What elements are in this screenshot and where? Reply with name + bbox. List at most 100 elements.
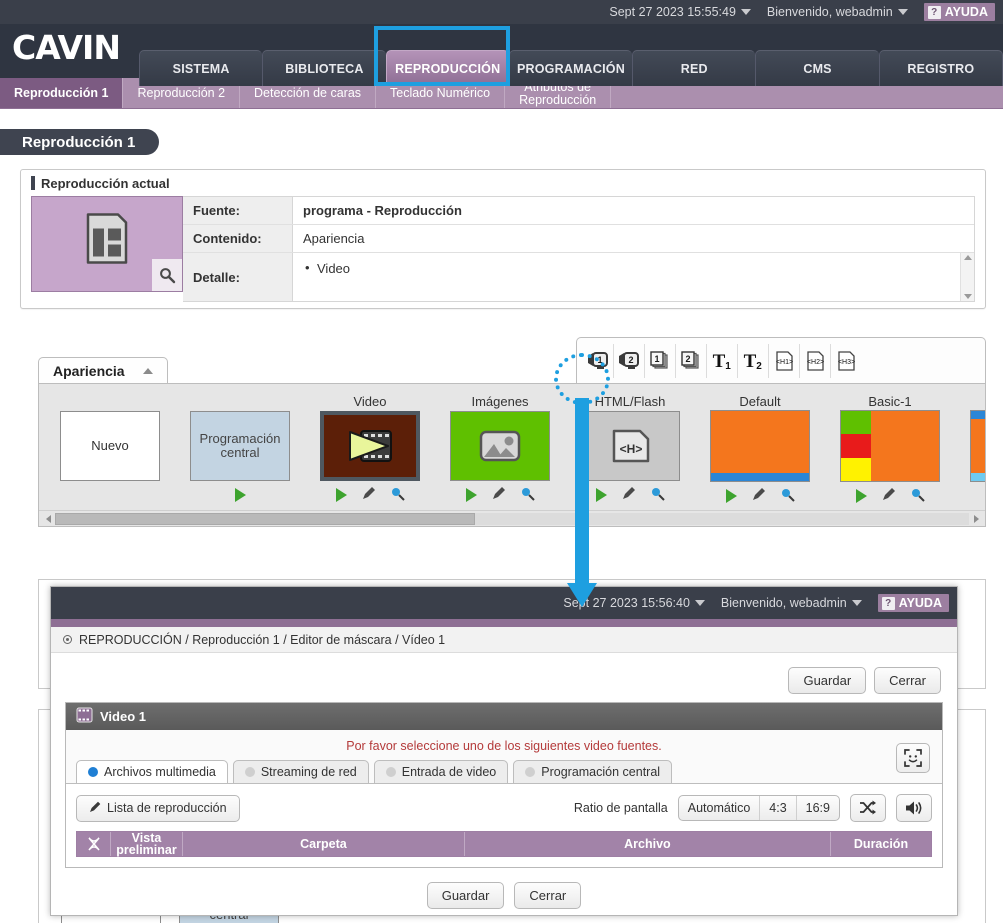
text-2-icon[interactable]: T 2 [738, 343, 769, 378]
radio-icon [88, 767, 98, 777]
svg-text:<H2>: <H2> [806, 359, 823, 366]
modal-save-button-bottom[interactable]: Guardar [426, 882, 505, 909]
appearance-tab[interactable]: Apariencia [38, 357, 168, 383]
text-1-icon[interactable]: T 1 [707, 343, 738, 378]
nav-tab-cms[interactable]: CMS [755, 50, 879, 86]
face-detection-icon[interactable] [896, 743, 930, 773]
nav-tab-registro[interactable]: REGISTRO [878, 50, 1003, 86]
image-2-icon[interactable]: 2 [676, 343, 707, 378]
edit-icon[interactable] [491, 486, 506, 504]
scroll-right-icon[interactable] [969, 512, 983, 526]
table-header-select-all[interactable] [77, 832, 111, 856]
nav-tab-red[interactable]: RED [632, 50, 756, 86]
zoom-icon[interactable] [520, 486, 535, 504]
item-thumbnail[interactable]: Nuevo [60, 410, 160, 481]
detail-scrollbar[interactable] [960, 253, 974, 301]
playlist-button[interactable]: Lista de reproducción [76, 794, 240, 822]
datetime-menu[interactable]: Sept 27 2023 15:55:49 [609, 5, 751, 19]
source-tab-programacion-central[interactable]: Programación central [513, 760, 673, 783]
appearance-item-programacion-central[interactable]: Programación central [181, 394, 299, 506]
source-tab-streaming-de-red[interactable]: Streaming de red [232, 760, 369, 783]
svg-text:1: 1 [725, 361, 731, 372]
modal-help-button[interactable]: ? AYUDA [877, 594, 949, 612]
volume-icon[interactable] [896, 794, 932, 822]
appearance-item-basic-2[interactable]: Basic-2 [961, 394, 985, 506]
scroll-left-icon[interactable] [41, 512, 55, 526]
scroll-up-icon[interactable] [963, 255, 972, 260]
edit-icon[interactable] [751, 487, 766, 505]
play-icon[interactable] [234, 488, 246, 503]
appearance-item-imagenes[interactable]: Imágenes [441, 394, 559, 506]
source-tab-label: Entrada de video [401, 765, 497, 779]
nav-tab-biblioteca[interactable]: BIBLIOTECA [262, 50, 386, 86]
play-icon[interactable] [595, 488, 607, 503]
chevron-down-icon [851, 600, 862, 606]
appearance-item-default[interactable]: Default [701, 394, 819, 506]
play-icon[interactable] [855, 488, 867, 503]
scroll-thumb[interactable] [55, 512, 476, 525]
zoom-icon[interactable] [390, 486, 405, 504]
html-1-icon[interactable]: <H1> [769, 343, 800, 378]
modal-close-button-top[interactable]: Cerrar [874, 667, 941, 694]
current-playback-card: Reproducción actual Fuente: programa - R… [20, 169, 986, 309]
zoom-icon[interactable] [152, 259, 182, 291]
source-tab-label: Streaming de red [260, 765, 357, 779]
svg-text:1: 1 [654, 354, 659, 364]
source-tab-entrada-de-video[interactable]: Entrada de video [373, 760, 509, 783]
play-icon[interactable] [335, 488, 347, 503]
edit-icon[interactable] [881, 487, 896, 505]
source-tab-archivos-multimedia[interactable]: Archivos multimedia [76, 760, 228, 783]
ratio-option-4-3[interactable]: 4:3 [760, 796, 797, 820]
scroll-down-icon[interactable] [963, 294, 972, 299]
item-thumbnail[interactable] [710, 409, 810, 482]
html-3-icon[interactable]: <H3> [831, 344, 862, 378]
zoom-icon[interactable] [910, 487, 925, 505]
video-2-icon[interactable]: 2 [614, 343, 645, 378]
item-thumbnail[interactable]: Programación central [190, 410, 290, 481]
modal-user-menu[interactable]: Bienvenido, webadmin [721, 596, 862, 610]
chevron-up-icon[interactable] [142, 367, 153, 374]
ratio-option-automatico[interactable]: Automático [679, 796, 761, 820]
video-1-icon[interactable]: 1 [583, 343, 614, 378]
play-icon[interactable] [725, 488, 737, 503]
zoom-icon[interactable] [650, 486, 665, 504]
question-mark-icon: ? [927, 5, 941, 19]
source-tab-label: Programación central [541, 765, 661, 779]
nav-tab-reproduccion[interactable]: REPRODUCCIÓN [385, 50, 509, 86]
appearance-item-nuevo[interactable]: Nuevo [51, 394, 169, 506]
help-button[interactable]: ? AYUDA [923, 3, 995, 21]
appearance-item-html-flash[interactable]: HTML/Flash <H> [571, 394, 689, 506]
modal-datetime-menu[interactable]: Sept 27 2023 15:56:40 [563, 596, 705, 610]
item-thumbnail[interactable] [320, 410, 420, 481]
header-bar-icon [31, 176, 35, 190]
video-panel-header: Video 1 [66, 703, 942, 730]
user-menu[interactable]: Bienvenido, webadmin [767, 5, 908, 19]
image-1-icon[interactable]: 1 [645, 343, 676, 378]
html-page-icon: <H> [612, 429, 650, 462]
play-icon[interactable] [465, 488, 477, 503]
ratio-option-16-9[interactable]: 16:9 [797, 796, 839, 820]
item-label: Imágenes [471, 394, 529, 409]
item-thumbnail[interactable] [450, 410, 550, 481]
svg-text:<H>: <H> [620, 442, 643, 456]
shuffle-icon[interactable] [850, 794, 886, 822]
svg-text:T: T [713, 351, 726, 372]
item-thumbnail[interactable]: <H> [580, 410, 680, 481]
subnav-item-reproduccion-1[interactable]: Reproducción 1 [0, 78, 124, 108]
item-thumbnail[interactable] [970, 409, 985, 482]
edit-icon[interactable] [621, 486, 636, 504]
playback-thumbnail[interactable] [31, 196, 183, 292]
html-2-icon[interactable]: <H2> [800, 343, 831, 378]
modal-save-button-top[interactable]: Guardar [788, 667, 867, 694]
appearance-item-basic-1[interactable]: Basic-1 [831, 394, 949, 506]
modal-top-actions: Guardar Cerrar [51, 653, 957, 702]
edit-icon[interactable] [361, 486, 376, 504]
nav-tab-sistema[interactable]: SISTEMA [139, 50, 263, 86]
modal-close-button-bottom[interactable]: Cerrar [514, 882, 582, 909]
appearance-hscrollbar[interactable] [39, 510, 985, 526]
appearance-item-video[interactable]: Video [311, 394, 429, 506]
zoom-icon[interactable] [780, 487, 795, 505]
scroll-track[interactable] [55, 512, 969, 525]
nav-tab-programacion[interactable]: PROGRAMACIÓN [508, 50, 633, 86]
item-thumbnail[interactable] [840, 409, 940, 482]
